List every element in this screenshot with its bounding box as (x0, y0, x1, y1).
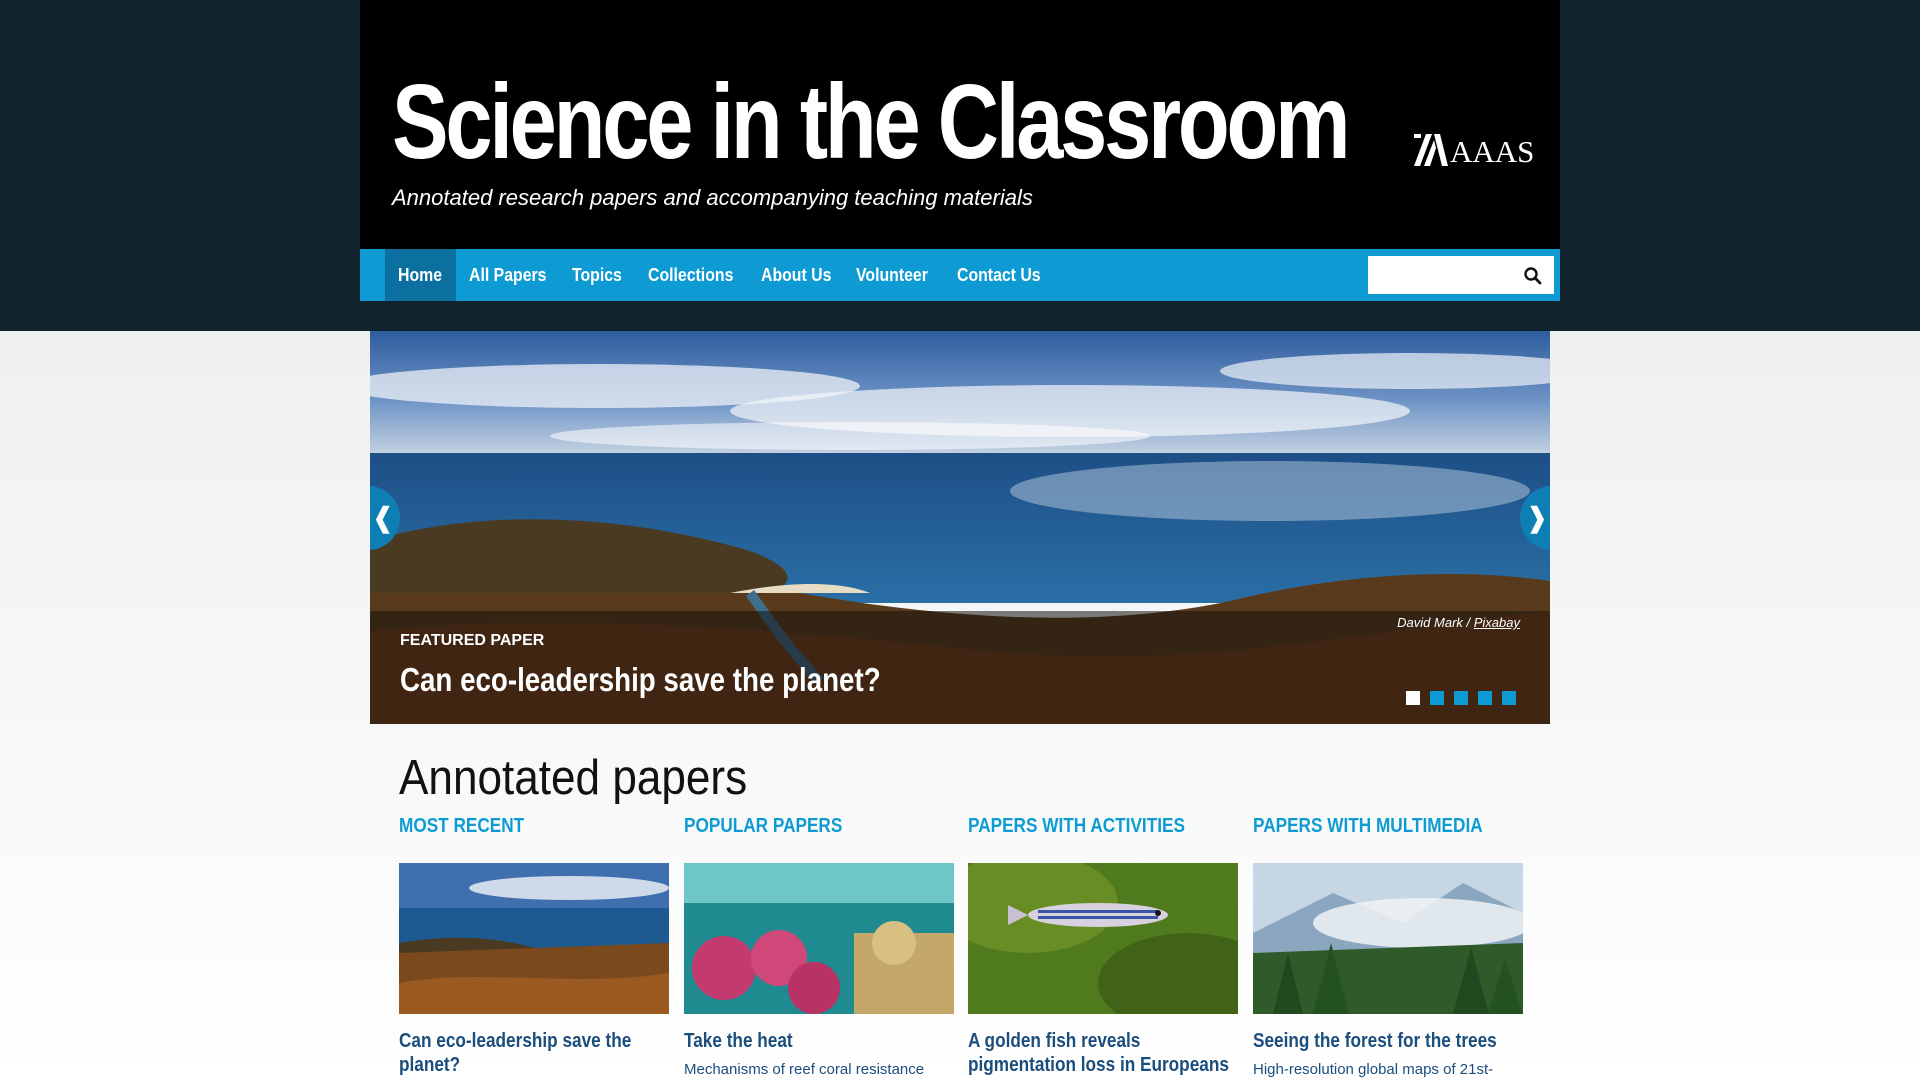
nav-item-topics[interactable]: Topics (572, 249, 622, 301)
card-title[interactable]: A golden fish reveals pigmentation loss … (968, 1029, 1238, 1077)
card-image (684, 863, 954, 1014)
site-tagline: Annotated research papers and accompanyi… (392, 185, 1033, 210)
search-icon[interactable] (1523, 266, 1543, 286)
card-title[interactable]: Seeing the forest for the trees (1253, 1029, 1523, 1053)
nav-item-all-papers[interactable]: All Papers (469, 249, 546, 301)
section-heading: Annotated papers (399, 751, 748, 805)
carousel-dot[interactable] (1502, 691, 1516, 705)
nav-item-collections[interactable]: Collections (648, 249, 733, 301)
page-container: Science in the Classroom Annotated resea… (360, 0, 1560, 1080)
carousel-dot[interactable] (1478, 691, 1492, 705)
site-header: Science in the Classroom Annotated resea… (360, 0, 1560, 249)
card-thumbnail[interactable] (1253, 863, 1523, 1014)
card-thumbnail[interactable] (399, 863, 669, 1014)
card-description: Mechanisms of reef coral resistance (684, 1061, 925, 1078)
featured-carousel[interactable]: FEATURED PAPER Can eco-leadership save t… (370, 331, 1550, 724)
credit-source-link[interactable]: Pixabay (1474, 615, 1520, 630)
card-image (399, 863, 669, 1014)
card-image (1253, 863, 1523, 1014)
carousel-dot[interactable] (1406, 691, 1420, 705)
card-title[interactable]: Can eco-leadership save the planet? (399, 1029, 669, 1077)
featured-label: FEATURED PAPER (400, 632, 545, 649)
card-thumbnail[interactable] (968, 863, 1238, 1014)
card-image (968, 863, 1238, 1014)
aaas-logo-text: AAAS (1450, 134, 1535, 169)
featured-paper-title[interactable]: Can eco-leadership save the planet? (400, 661, 881, 699)
nav-item-home[interactable]: Home (398, 249, 442, 301)
carousel-dot[interactable] (1430, 691, 1444, 705)
nav-item-contact-us[interactable]: Contact Us (957, 249, 1041, 301)
card-title[interactable]: Take the heat (684, 1029, 954, 1053)
column-title[interactable]: POPULAR PAPERS (684, 815, 842, 838)
aaas-logo[interactable]: AAAS (1414, 132, 1535, 169)
column-title[interactable]: PAPERS WITH ACTIVITIES (968, 815, 1185, 838)
credit-author: David Mark / (1397, 615, 1474, 630)
column-title[interactable]: PAPERS WITH MULTIMEDIA (1253, 815, 1483, 838)
nav-item-volunteer[interactable]: Volunteer (856, 249, 928, 301)
image-credit: David Mark / Pixabay (1397, 615, 1520, 630)
card-description: High-resolution global maps of 21st- (1253, 1061, 1494, 1078)
card-thumbnail[interactable] (684, 863, 954, 1014)
site-title[interactable]: Science in the Classroom (392, 62, 1351, 182)
column-title[interactable]: MOST RECENT (399, 815, 524, 838)
main-navigation: Home All Papers Topics Collections About… (360, 249, 1560, 301)
carousel-dot[interactable] (1454, 691, 1468, 705)
aaas-logo-icon (1414, 134, 1448, 166)
nav-item-about-us[interactable]: About Us (761, 249, 831, 301)
